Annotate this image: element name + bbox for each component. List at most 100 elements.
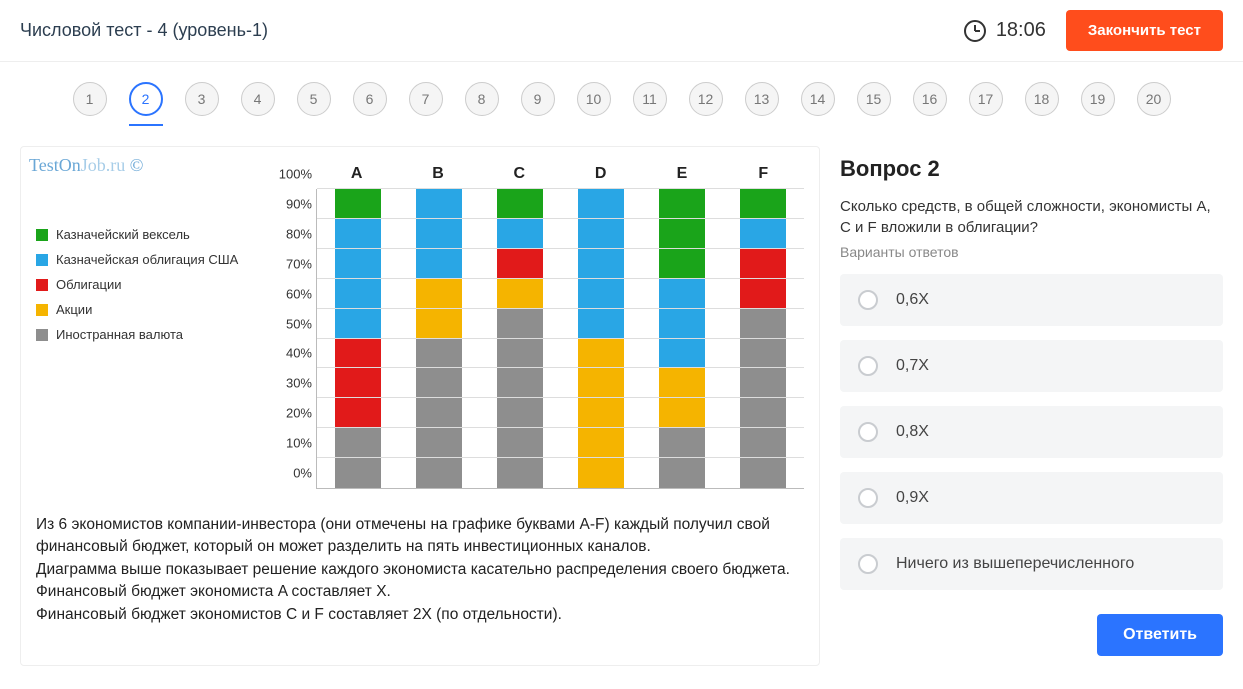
- legend-label: Облигации: [56, 277, 121, 292]
- bar-E: [659, 189, 705, 488]
- legend-item: Облигации: [36, 277, 266, 292]
- question-options-label: Варианты ответов: [840, 244, 1223, 260]
- legend-swatch: [36, 329, 48, 341]
- bar-segment: [497, 249, 543, 279]
- bar-segment: [497, 219, 543, 249]
- bar-segment: [578, 339, 624, 489]
- answer-option-1[interactable]: 0,7X: [840, 340, 1223, 392]
- chart-panel: TestOnJob.ru © Казначейский вексель Казна…: [20, 146, 820, 666]
- y-tick: 80%: [267, 226, 312, 241]
- description-line: Финансовый бюджет экономиста A составляе…: [36, 581, 804, 603]
- legend-item: Иностранная валюта: [36, 327, 266, 342]
- option-label: Ничего из вышеперечисленного: [896, 555, 1134, 573]
- y-tick: 50%: [267, 316, 312, 331]
- question-nav-10[interactable]: 10: [577, 82, 611, 116]
- category-label: E: [641, 165, 722, 183]
- bar-segment: [416, 189, 462, 279]
- bar-slot: [561, 189, 642, 488]
- chart-category-labels: ABCDEF: [316, 165, 804, 183]
- watermark: TestOnJob.ru ©: [29, 155, 143, 176]
- bar-segment: [497, 279, 543, 309]
- question-nav-15[interactable]: 15: [857, 82, 891, 116]
- description-line: Финансовый бюджет экономистов C и F сост…: [36, 604, 804, 626]
- question-nav-11[interactable]: 11: [633, 82, 667, 116]
- option-label: 0,6X: [896, 291, 929, 309]
- description-line: Диаграмма выше показывает решение каждог…: [36, 559, 804, 581]
- options-list: 0,6X 0,7X 0,8X 0,9X Ничего из вышеперечислен…: [840, 274, 1223, 590]
- bar-segment: [497, 189, 543, 219]
- y-tick: 0%: [267, 466, 312, 481]
- question-nav-16[interactable]: 16: [913, 82, 947, 116]
- chart: ABCDEF 0%10%20%30%40%50%60%70%80%90%100%: [266, 167, 804, 489]
- bar-segment: [335, 339, 381, 429]
- bar-segment: [659, 189, 705, 279]
- question-nav-17[interactable]: 17: [969, 82, 1003, 116]
- question-nav: 1234567891011121314151617181920: [0, 62, 1243, 126]
- legend-item: Казначейский вексель: [36, 227, 266, 242]
- question-nav-9[interactable]: 9: [521, 82, 555, 116]
- category-label: F: [723, 165, 804, 183]
- finish-test-button[interactable]: Закончить тест: [1066, 10, 1223, 51]
- question-nav-6[interactable]: 6: [353, 82, 387, 116]
- legend-swatch: [36, 229, 48, 241]
- bar-segment: [740, 189, 786, 219]
- answer-option-3[interactable]: 0,9X: [840, 472, 1223, 524]
- bar-slot: [398, 189, 479, 488]
- answer-option-0[interactable]: 0,6X: [840, 274, 1223, 326]
- answer-option-2[interactable]: 0,8X: [840, 406, 1223, 458]
- question-nav-18[interactable]: 18: [1025, 82, 1059, 116]
- top-bar: Числовой тест - 4 (уровень-1) 18:06 Зако…: [0, 0, 1243, 62]
- option-label: 0,9X: [896, 489, 929, 507]
- chart-bars: [317, 189, 804, 488]
- question-nav-2[interactable]: 2: [129, 82, 163, 116]
- stopwatch-icon: [964, 20, 986, 42]
- bar-slot: [723, 189, 804, 488]
- legend-label: Казначейская облигация США: [56, 252, 238, 267]
- radio-icon: [858, 488, 878, 508]
- category-label: A: [316, 165, 397, 183]
- y-tick: 60%: [267, 286, 312, 301]
- page-title: Числовой тест - 4 (уровень-1): [20, 20, 268, 41]
- bar-B: [416, 189, 462, 488]
- radio-icon: [858, 290, 878, 310]
- category-label: C: [479, 165, 560, 183]
- legend-label: Казначейский вексель: [56, 227, 190, 242]
- timer-value: 18:06: [996, 19, 1046, 42]
- legend-swatch: [36, 279, 48, 291]
- question-nav-14[interactable]: 14: [801, 82, 835, 116]
- question-nav-8[interactable]: 8: [465, 82, 499, 116]
- bar-slot: [642, 189, 723, 488]
- answer-button[interactable]: Ответить: [1097, 614, 1223, 656]
- chart-plot: 0%10%20%30%40%50%60%70%80%90%100%: [316, 189, 804, 489]
- bar-F: [740, 189, 786, 488]
- option-label: 0,7X: [896, 357, 929, 375]
- timer: 18:06: [964, 19, 1046, 42]
- chart-description: Из 6 экономистов компании-инвестора (они…: [36, 514, 804, 626]
- category-label: B: [397, 165, 478, 183]
- question-nav-5[interactable]: 5: [297, 82, 331, 116]
- bar-slot: [479, 189, 560, 488]
- question-nav-3[interactable]: 3: [185, 82, 219, 116]
- bar-D: [578, 189, 624, 488]
- question-nav-4[interactable]: 4: [241, 82, 275, 116]
- question-nav-19[interactable]: 19: [1081, 82, 1115, 116]
- question-nav-7[interactable]: 7: [409, 82, 443, 116]
- radio-icon: [858, 422, 878, 442]
- y-tick: 40%: [267, 346, 312, 361]
- question-nav-20[interactable]: 20: [1137, 82, 1171, 116]
- y-tick: 20%: [267, 406, 312, 421]
- bar-segment: [578, 189, 624, 339]
- bar-C: [497, 189, 543, 488]
- bar-A: [335, 189, 381, 488]
- question-nav-1[interactable]: 1: [73, 82, 107, 116]
- y-tick: 10%: [267, 436, 312, 451]
- question-text: Сколько средств, в общей сложности, экон…: [840, 196, 1223, 238]
- answer-option-4[interactable]: Ничего из вышеперечисленного: [840, 538, 1223, 590]
- y-tick: 100%: [267, 167, 312, 182]
- question-nav-13[interactable]: 13: [745, 82, 779, 116]
- question-nav-12[interactable]: 12: [689, 82, 723, 116]
- question-panel: Вопрос 2 Сколько средств, в общей сложно…: [840, 146, 1223, 666]
- y-tick: 70%: [267, 256, 312, 271]
- bar-segment: [740, 219, 786, 249]
- description-line: Из 6 экономистов компании-инвестора (они…: [36, 514, 804, 559]
